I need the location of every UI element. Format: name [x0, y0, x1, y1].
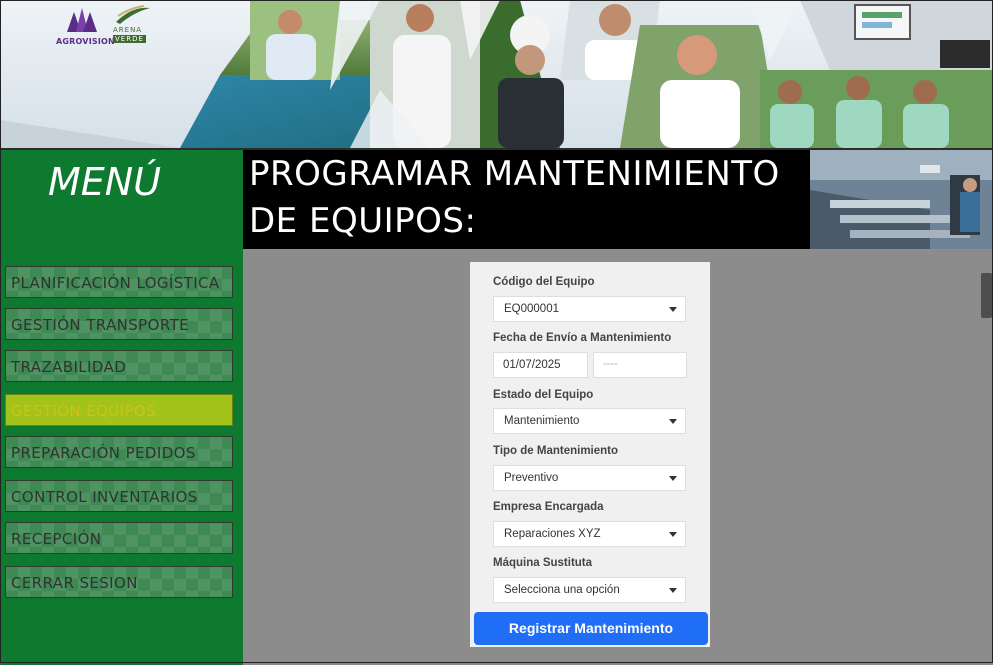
codigo-value: EQ000001: [504, 303, 559, 315]
page-title-line2: DE EQUIPOS:: [249, 201, 477, 241]
estado-select[interactable]: Mantenimiento: [493, 408, 686, 434]
agrovision-logo-mark-icon: [67, 8, 97, 32]
sidebar-item-cerrar-sesion[interactable]: CERRAR SESION: [5, 566, 233, 598]
scrollbar-thumb[interactable]: [981, 273, 992, 318]
maquina-select[interactable]: Selecciona una opción: [493, 577, 686, 603]
fecha-retorno-input[interactable]: ----: [593, 352, 687, 378]
sidebar: MENÚ PLANIFICACIÓN LOGÍSTICA GESTIÓN TRA…: [0, 148, 243, 665]
fecha-envio-input[interactable]: 01/07/2025: [493, 352, 588, 378]
sidebar-item-label: GESTIÓN TRANSPORTE: [11, 316, 190, 334]
codigo-select[interactable]: EQ000001: [493, 296, 686, 322]
sidebar-item-planificacion-logistica[interactable]: PLANIFICACIÓN LOGÍSTICA: [5, 266, 233, 298]
sidebar-item-control-inventarios[interactable]: CONTROL INVENTARIOS: [5, 480, 233, 512]
sidebar-item-label: RECEPCIÓN: [11, 530, 102, 548]
sidebar-item-preparacion-pedidos[interactable]: PREPARACIÓN PEDIDOS: [5, 436, 233, 468]
sidebar-item-label: PLANIFICACIÓN LOGÍSTICA: [11, 274, 220, 292]
page-title-line1: PROGRAMAR MANTENIMIENTO: [249, 154, 780, 194]
header-banner: AGROVISION ARENA VERDE: [0, 0, 993, 148]
estado-value: Mantenimiento: [504, 415, 580, 427]
arena-verde-leaf-icon: [116, 5, 150, 24]
page-title-bar: PROGRAMAR MANTENIMIENTO DE EQUIPOS:: [243, 148, 810, 249]
arena-verde-logo-line1: ARENA: [113, 26, 143, 34]
factory-photo: [810, 150, 993, 249]
arena-verde-logo: ARENA VERDE: [110, 4, 160, 46]
sidebar-item-label: TRAZABILIDAD: [11, 358, 127, 376]
arena-verde-logo-line2: VERDE: [113, 35, 146, 43]
empresa-label: Empresa Encargada: [493, 501, 604, 513]
chevron-down-icon: [669, 532, 677, 537]
maquina-value: Selecciona una opción: [504, 584, 620, 596]
estado-label: Estado del Equipo: [493, 389, 594, 401]
empresa-select[interactable]: Reparaciones XYZ: [493, 521, 686, 547]
chevron-down-icon: [669, 476, 677, 481]
agrovision-logo-text: AGROVISION: [56, 37, 115, 46]
empresa-value: Reparaciones XYZ: [504, 528, 601, 540]
fecha-envio-value: 01/07/2025: [503, 359, 561, 371]
fecha-label: Fecha de Envío a Mantenimiento: [493, 332, 672, 344]
factory-image: [810, 148, 993, 249]
chevron-down-icon: [669, 419, 677, 424]
maintenance-form: Código del Equipo EQ000001 Fecha de Enví…: [470, 262, 710, 647]
chevron-down-icon: [669, 307, 677, 312]
tipo-value: Preventivo: [504, 472, 559, 484]
sidebar-item-label: CERRAR SESION: [11, 574, 138, 592]
chevron-down-icon: [669, 588, 677, 593]
sidebar-item-label: GESTIÓN EQUIPOS: [11, 402, 157, 420]
sidebar-item-gestion-transporte[interactable]: GESTIÓN TRANSPORTE: [5, 308, 233, 340]
registrar-mantenimiento-button[interactable]: Registrar Mantenimiento: [474, 612, 708, 645]
codigo-label: Código del Equipo: [493, 276, 595, 288]
page-title: PROGRAMAR MANTENIMIENTO DE EQUIPOS:: [249, 151, 780, 245]
tipo-label: Tipo de Mantenimiento: [493, 445, 619, 457]
sidebar-item-label: CONTROL INVENTARIOS: [11, 488, 198, 506]
menu-title: MENÚ: [48, 160, 162, 204]
sidebar-item-label: PREPARACIÓN PEDIDOS: [11, 444, 196, 462]
maquina-label: Máquina Sustituta: [493, 557, 593, 569]
tipo-select[interactable]: Preventivo: [493, 465, 686, 491]
sidebar-item-recepcion[interactable]: RECEPCIÓN: [5, 522, 233, 554]
agrovision-logo: AGROVISION: [52, 4, 115, 46]
brand-logos: AGROVISION ARENA VERDE: [52, 4, 162, 46]
fecha-retorno-placeholder: ----: [603, 358, 618, 370]
sidebar-item-trazabilidad[interactable]: TRAZABILIDAD: [5, 350, 233, 382]
sidebar-item-gestion-equipos[interactable]: GESTIÓN EQUIPOS: [5, 394, 233, 426]
